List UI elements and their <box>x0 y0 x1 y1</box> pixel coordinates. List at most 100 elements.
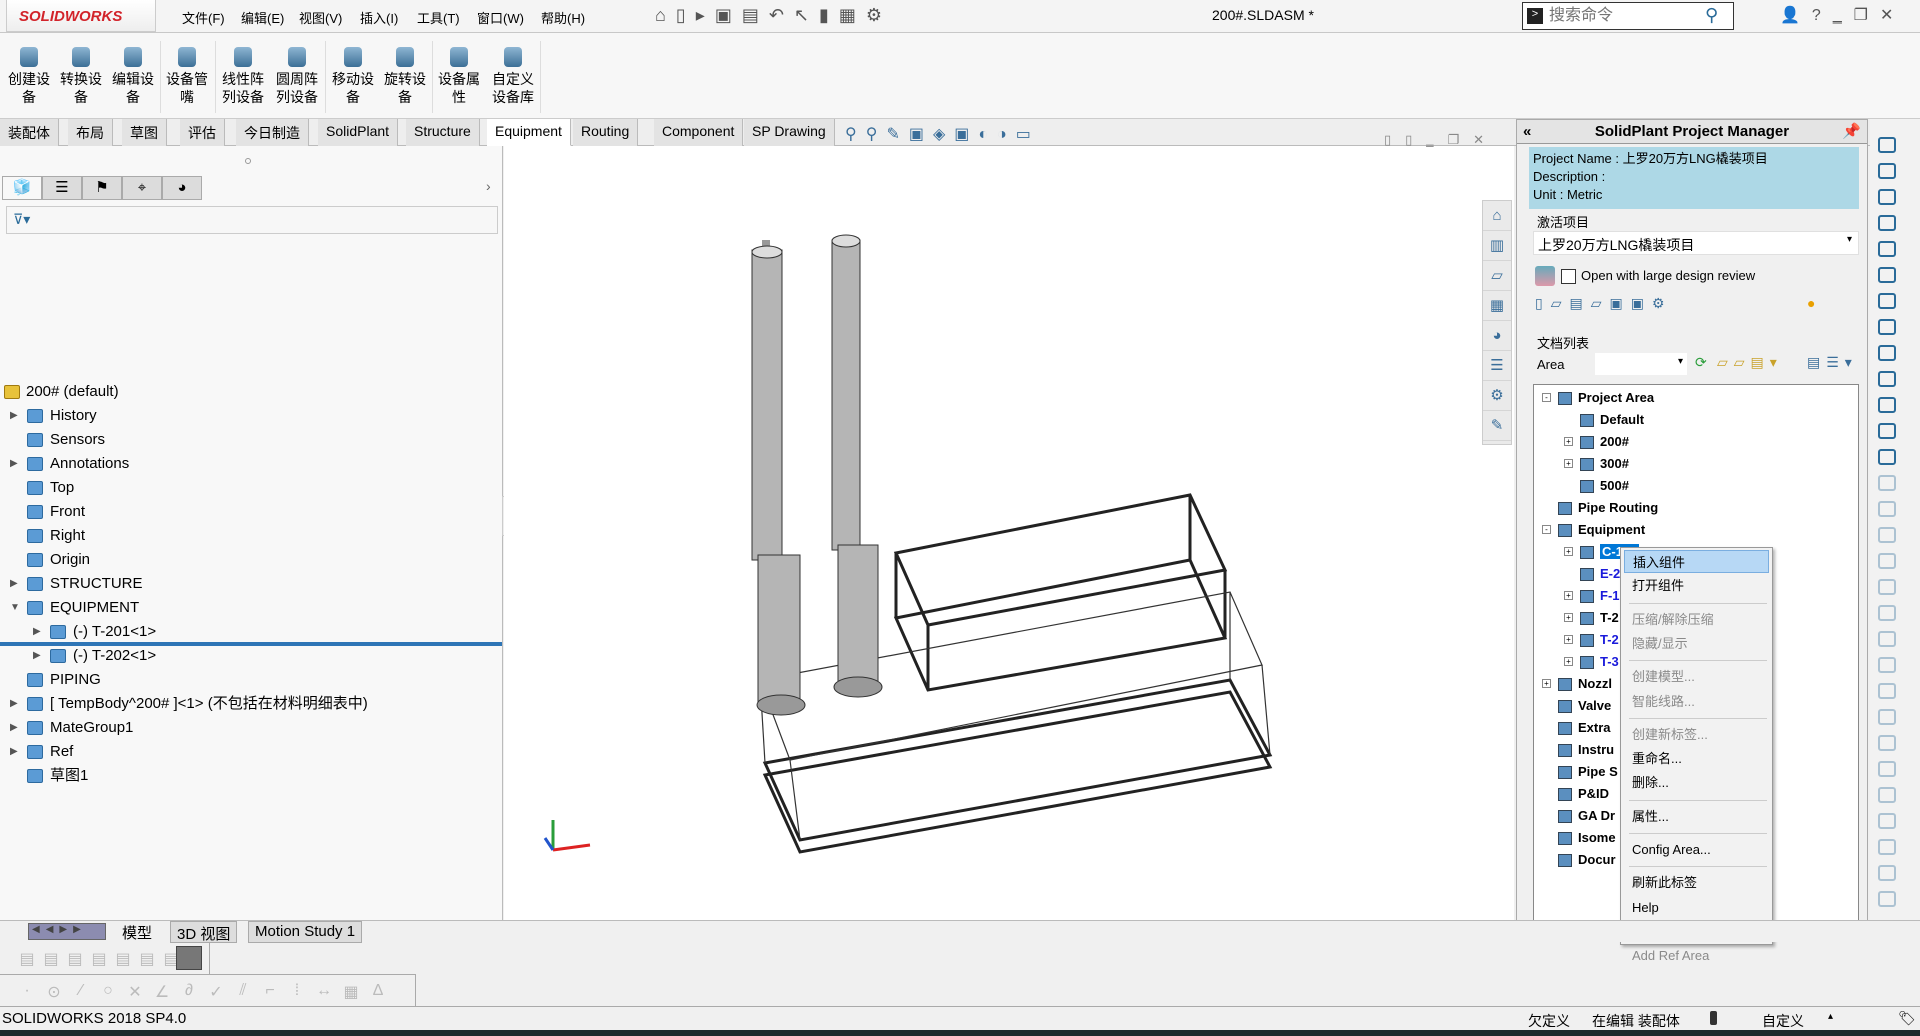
project-tree-item[interactable]: Pipe Routing <box>1558 497 1658 519</box>
open-large-checkbox[interactable] <box>1561 269 1576 284</box>
sketch-tool-icon[interactable] <box>1878 631 1896 647</box>
sketch-entity-icon[interactable]: ∠ <box>153 982 171 1001</box>
design-library-icon[interactable]: ▥ <box>1483 231 1511 261</box>
tree-toggle[interactable]: + <box>1564 635 1573 644</box>
refresh-icon[interactable]: ⟳ <box>1695 354 1707 371</box>
sketch-entity-icon[interactable]: ▦ <box>342 982 360 1001</box>
sketch-tool-icon[interactable] <box>1878 761 1896 777</box>
sketch-tool-icon[interactable] <box>1878 839 1896 855</box>
layer-tool-icon[interactable]: ▤ <box>18 949 36 968</box>
sketch-tool-icon[interactable] <box>1878 501 1896 517</box>
project-tree-item[interactable]: 500# <box>1580 475 1629 497</box>
sketch-tool-icon[interactable] <box>1878 345 1896 361</box>
pin-icon[interactable]: 📌 <box>1842 120 1861 144</box>
context-menu-item[interactable]: 插入组件 <box>1624 550 1769 573</box>
appearances-icon[interactable]: ◕ <box>1483 321 1511 351</box>
layer-tool-icon[interactable]: ▤ <box>90 949 108 968</box>
sketch-tool-icon[interactable] <box>1878 579 1896 595</box>
project-tree-item[interactable]: Isome <box>1558 827 1616 849</box>
sketch-tool-icon[interactable] <box>1878 423 1896 439</box>
bottom-tab[interactable]: Motion Study 1 <box>248 921 363 943</box>
context-menu-item[interactable]: 隐藏/显示 <box>1624 632 1769 655</box>
sketch-tool-icon[interactable] <box>1878 787 1896 803</box>
sketch-tool-icon[interactable] <box>1878 813 1896 829</box>
project-toolbar[interactable]: ▯▱▤▱▣▣⚙ <box>1535 295 1672 312</box>
sketch-tool-icon[interactable] <box>1878 475 1896 491</box>
context-menu-item[interactable]: 属性... <box>1624 805 1769 828</box>
layer-tool-icon[interactable]: ▤ <box>138 949 156 968</box>
context-menu-item[interactable]: Add Ref Area <box>1624 944 1769 967</box>
sketch-tool-icon[interactable] <box>1878 163 1896 179</box>
project-tree-item[interactable]: Pipe S <box>1558 761 1618 783</box>
tree-toggle[interactable]: - <box>1542 525 1551 534</box>
sketch-tool-icon[interactable] <box>1878 371 1896 387</box>
tree-toggle[interactable]: + <box>1564 547 1573 556</box>
sketch-entity-icon[interactable]: ↔ <box>315 982 333 1000</box>
sketch-tool-icon[interactable] <box>1878 449 1896 465</box>
project-tree-item[interactable]: 300# <box>1580 453 1629 475</box>
sketch-entity-icon[interactable]: ⊙ <box>45 982 63 1001</box>
tree-toggle[interactable]: - <box>1542 393 1551 402</box>
tab-scroll-buttons[interactable]: ◀◀▶▶ <box>28 923 106 940</box>
sketch-tool-icon[interactable] <box>1878 189 1896 205</box>
sketch-tool-icon[interactable] <box>1878 683 1896 699</box>
sketch-tool-icon[interactable] <box>1878 267 1896 283</box>
layer-tool-icon[interactable]: ▤ <box>114 949 132 968</box>
sketch-entity-icon[interactable]: ✓ <box>207 982 225 1001</box>
project-tree-item[interactable]: F-1 <box>1580 585 1620 607</box>
context-menu-item[interactable]: 刷新此标签 <box>1624 871 1769 894</box>
sketch-tool-icon[interactable] <box>1878 397 1896 413</box>
project-tree-item[interactable]: 200# <box>1580 431 1629 453</box>
sketch-tool-icon[interactable] <box>1878 319 1896 335</box>
project-tree-item[interactable]: Nozzl <box>1558 673 1612 695</box>
area-toolbar[interactable]: ▱▱▤▾ <box>1717 354 1783 371</box>
home-icon[interactable]: ⌂ <box>1483 201 1511 231</box>
routing-icon[interactable]: ✎ <box>1483 411 1511 441</box>
sketch-tool-icon[interactable] <box>1878 527 1896 543</box>
sketch-tool-icon[interactable] <box>1878 865 1896 881</box>
context-menu-item[interactable]: Help <box>1624 896 1769 919</box>
tree-toggle[interactable]: + <box>1564 459 1573 468</box>
layer-tool-icon[interactable]: ▤ <box>42 949 60 968</box>
project-tree-item[interactable]: GA Dr <box>1558 805 1615 827</box>
collapse-icon[interactable]: « <box>1523 120 1531 144</box>
sketch-tool-icon[interactable] <box>1878 891 1896 907</box>
project-tree-item[interactable]: Project Area <box>1558 387 1654 409</box>
project-tree-item[interactable]: Extra <box>1558 717 1611 739</box>
project-tree-item[interactable]: T-3 <box>1580 651 1619 673</box>
chevron-up-icon[interactable]: ▴ <box>1828 1011 1833 1022</box>
sketch-entity-icon[interactable]: ○ <box>99 982 117 1000</box>
context-menu-item[interactable]: 重命名... <box>1624 747 1769 770</box>
sketch-tool-icon[interactable] <box>1878 215 1896 231</box>
project-tree-item[interactable]: Default <box>1580 409 1644 431</box>
bottom-tab[interactable]: 3D 视图 <box>170 921 238 943</box>
project-tree-item[interactable]: Equipment <box>1558 519 1645 541</box>
sketch-entity-icon[interactable]: ⁞ <box>288 982 306 1000</box>
project-tree-item[interactable]: E-2 <box>1580 563 1620 585</box>
project-tree-item[interactable]: P&ID <box>1558 783 1609 805</box>
context-menu-item[interactable]: 删除... <box>1624 771 1769 794</box>
project-tree-item[interactable]: Instru <box>1558 739 1614 761</box>
sketch-entity-icon[interactable]: ∆ <box>369 982 387 1000</box>
tree-toggle[interactable]: + <box>1564 613 1573 622</box>
sketch-tool-icon[interactable] <box>1878 709 1896 725</box>
custom-properties-icon[interactable]: ☰ <box>1483 351 1511 381</box>
context-menu-item[interactable]: Config Area... <box>1624 838 1769 861</box>
solidplant-icon[interactable]: ⚙ <box>1483 381 1511 411</box>
project-tree-item[interactable]: Docur <box>1558 849 1616 871</box>
file-explorer-icon[interactable]: ▱ <box>1483 261 1511 291</box>
context-menu-item[interactable]: 打开组件 <box>1624 574 1769 597</box>
sketch-entity-icon[interactable]: ✕ <box>126 982 144 1001</box>
sketch-tool-icon[interactable] <box>1878 137 1896 153</box>
context-menu-item[interactable]: 压缩/解除压缩 <box>1624 608 1769 631</box>
tree-toggle[interactable]: + <box>1564 437 1573 446</box>
project-tree-item[interactable]: T-2 <box>1580 629 1619 651</box>
sketch-entity-icon[interactable]: ⌐ <box>261 982 279 1000</box>
sketch-entity-icon[interactable]: ⁄ <box>72 982 90 1000</box>
view-options-icon[interactable]: ▤☰▾ <box>1807 354 1858 371</box>
sketch-tool-icon[interactable] <box>1878 553 1896 569</box>
project-tree-item[interactable]: Valve <box>1558 695 1611 717</box>
bottom-tab[interactable]: 模型 <box>116 921 159 943</box>
project-tree-item[interactable]: T-2 <box>1580 607 1619 629</box>
units-select[interactable]: 自定义 <box>1762 1011 1804 1031</box>
